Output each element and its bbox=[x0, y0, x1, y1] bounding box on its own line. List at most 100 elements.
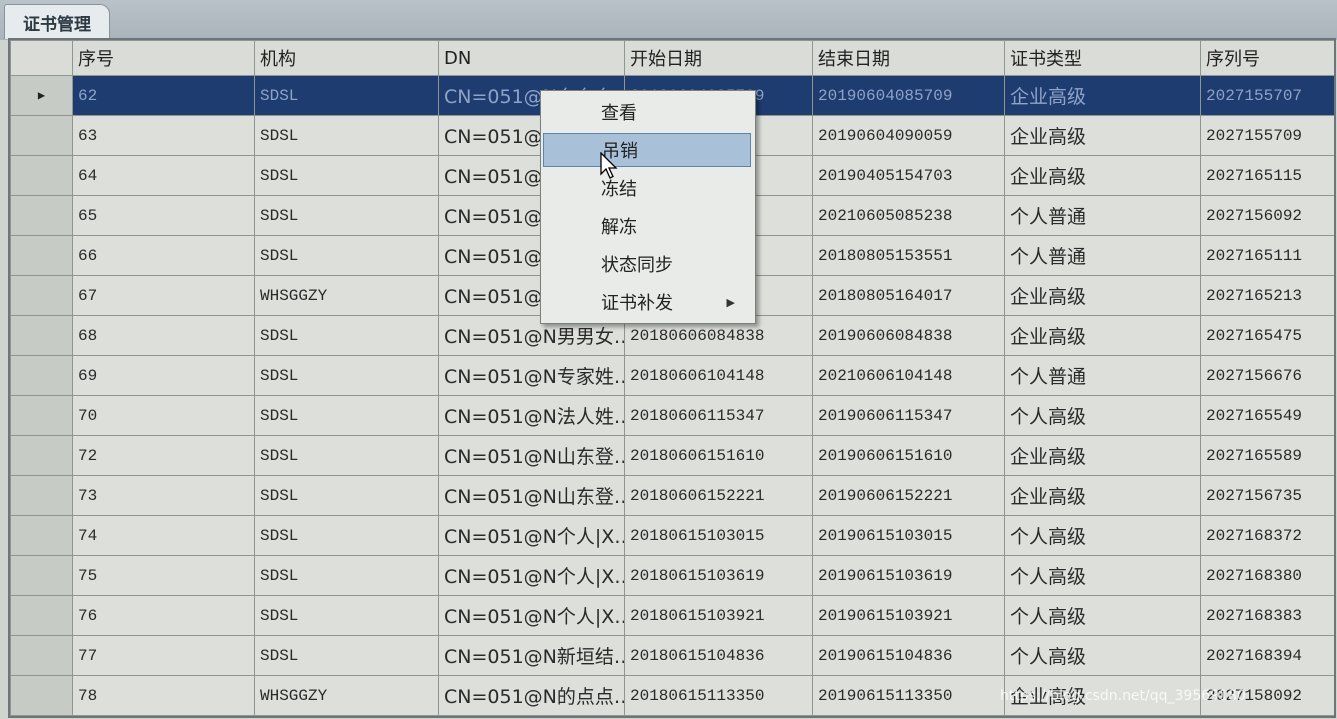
menu-item-view[interactable]: 查看 bbox=[543, 95, 751, 129]
cell-dn: CN=051@N的点点… bbox=[438, 675, 625, 716]
table-row[interactable]: 77 SDSL CN=051@N新垣结… 20180615104836 20190615… bbox=[10, 635, 1334, 676]
cell-start-date: 20180615113350 bbox=[624, 675, 813, 716]
cell-end-date: 20190606152221 bbox=[812, 475, 1005, 516]
row-header-cell bbox=[10, 515, 73, 556]
cell-end-date: 20190405154703 bbox=[812, 155, 1005, 196]
row-header-cell bbox=[10, 355, 73, 396]
cell-cert-type: 企业高级 bbox=[1004, 435, 1201, 476]
row-header-cell bbox=[10, 555, 73, 596]
cell-cert-type: 企业高级 bbox=[1004, 115, 1201, 156]
row-header-cell bbox=[10, 315, 73, 356]
cell-end-date: 20190606084838 bbox=[812, 315, 1005, 356]
row-header-cell bbox=[10, 395, 73, 436]
cell-end-date: 20190615113350 bbox=[812, 675, 1005, 716]
cell-serial: 2027155709 bbox=[1200, 115, 1334, 156]
row-header-cell bbox=[10, 195, 73, 236]
cell-organization: SDSL bbox=[254, 595, 439, 636]
column-header-start-date[interactable]: 开始日期 bbox=[624, 40, 813, 76]
cell-organization: SDSL bbox=[254, 315, 439, 356]
cell-serial: 2027168372 bbox=[1200, 515, 1334, 556]
table-row[interactable]: 72 SDSL CN=051@N山东登… 20180606151610 20190606… bbox=[10, 435, 1334, 476]
row-header-cell bbox=[10, 435, 73, 476]
tab-bar: 证书管理 bbox=[0, 0, 1337, 40]
cell-cert-type: 个人高级 bbox=[1004, 395, 1201, 436]
header-row: 序号 机构 DN 开始日期 结束日期 证书类型 序列号 bbox=[10, 40, 1334, 76]
cell-end-date: 20190604085709 bbox=[812, 75, 1005, 116]
cell-organization: SDSL bbox=[254, 635, 439, 676]
cell-cert-type: 个人高级 bbox=[1004, 595, 1201, 636]
table-row[interactable]: 75 SDSL CN=051@N个人|X… 20180615103619 2019061… bbox=[10, 555, 1334, 596]
cell-cert-type: 企业高级 bbox=[1004, 75, 1201, 116]
cell-index: 62 bbox=[72, 75, 255, 116]
watermark: https://blog.csdn.net/qq_39569180 bbox=[1000, 688, 1246, 704]
cell-organization: SDSL bbox=[254, 75, 439, 116]
cell-index: 66 bbox=[72, 235, 255, 276]
cell-start-date: 20180615103619 bbox=[624, 555, 813, 596]
cell-dn: CN=051@N新垣结… bbox=[438, 635, 625, 676]
table-row[interactable]: 74 SDSL CN=051@N个人|X… 20180615103015 2019061… bbox=[10, 515, 1334, 556]
cell-index: 70 bbox=[72, 395, 255, 436]
column-header-organization[interactable]: 机构 bbox=[254, 40, 439, 76]
menu-item-label: 状态同步 bbox=[601, 255, 673, 276]
cell-end-date: 20180805164017 bbox=[812, 275, 1005, 316]
cell-organization: SDSL bbox=[254, 395, 439, 436]
row-header-cell bbox=[10, 475, 73, 516]
cell-cert-type: 个人普通 bbox=[1004, 355, 1201, 396]
column-header-serial[interactable]: 序列号 bbox=[1200, 40, 1334, 76]
cell-index: 69 bbox=[72, 355, 255, 396]
cell-start-date: 20180615103921 bbox=[624, 595, 813, 636]
cell-index: 75 bbox=[72, 555, 255, 596]
cell-organization: SDSL bbox=[254, 155, 439, 196]
row-header-cell bbox=[10, 235, 73, 276]
cell-organization: WHSGGZY bbox=[254, 675, 439, 716]
cell-end-date: 20190615103015 bbox=[812, 515, 1005, 556]
cell-serial: 2027165115 bbox=[1200, 155, 1334, 196]
table-row[interactable]: 70 SDSL CN=051@N法人姓… 20180606115347 20190606… bbox=[10, 395, 1334, 436]
column-header-indicator[interactable] bbox=[10, 40, 73, 76]
row-header-cell bbox=[10, 155, 73, 196]
cell-start-date: 20180606115347 bbox=[624, 395, 813, 436]
table-row[interactable]: 69 SDSL CN=051@N专家姓… 20180606104148 20210606… bbox=[10, 355, 1334, 396]
cell-dn: CN=051@N个人|X… bbox=[438, 515, 625, 556]
menu-item-freeze[interactable]: 冻结 bbox=[543, 171, 751, 205]
cell-dn: CN=051@N山东登… bbox=[438, 475, 625, 516]
cell-serial: 2027156676 bbox=[1200, 355, 1334, 396]
menu-item-status-sync[interactable]: 状态同步 bbox=[543, 247, 751, 281]
table-row[interactable]: 73 SDSL CN=051@N山东登… 20180606152221 20190606… bbox=[10, 475, 1334, 516]
menu-item-unfreeze[interactable]: 解冻 bbox=[543, 209, 751, 243]
menu-item-revoke[interactable]: 吊销 bbox=[543, 133, 751, 167]
tab-certificate-management[interactable]: 证书管理 bbox=[4, 4, 110, 39]
cell-start-date: 20180606152221 bbox=[624, 475, 813, 516]
menu-item-reissue[interactable]: 证书补发 ▶ bbox=[543, 285, 751, 319]
cell-serial: 2027165589 bbox=[1200, 435, 1334, 476]
cell-cert-type: 企业高级 bbox=[1004, 275, 1201, 316]
cell-serial: 2027165475 bbox=[1200, 315, 1334, 356]
cell-organization: SDSL bbox=[254, 515, 439, 556]
cell-organization: SDSL bbox=[254, 555, 439, 596]
cell-index: 77 bbox=[72, 635, 255, 676]
cell-dn: CN=051@N个人|X… bbox=[438, 555, 625, 596]
cell-index: 68 bbox=[72, 315, 255, 356]
cell-cert-type: 企业高级 bbox=[1004, 315, 1201, 356]
cell-organization: SDSL bbox=[254, 235, 439, 276]
column-header-dn[interactable]: DN bbox=[438, 40, 625, 76]
cell-organization: WHSGGZY bbox=[254, 275, 439, 316]
cell-end-date: 20210605085238 bbox=[812, 195, 1005, 236]
cell-serial: 2027168394 bbox=[1200, 635, 1334, 676]
cell-start-date: 20180615103015 bbox=[624, 515, 813, 556]
cell-organization: SDSL bbox=[254, 115, 439, 156]
cell-organization: SDSL bbox=[254, 475, 439, 516]
cell-organization: SDSL bbox=[254, 435, 439, 476]
table-row[interactable]: 76 SDSL CN=051@N个人|X… 20180615103921 2019061… bbox=[10, 595, 1334, 636]
cell-serial: 2027165111 bbox=[1200, 235, 1334, 276]
column-header-end-date[interactable]: 结束日期 bbox=[812, 40, 1005, 76]
row-header-cell bbox=[10, 635, 73, 676]
column-header-cert-type[interactable]: 证书类型 bbox=[1004, 40, 1201, 76]
cell-start-date: 20180615104836 bbox=[624, 635, 813, 676]
menu-item-label: 查看 bbox=[601, 103, 637, 124]
cell-serial: 2027156092 bbox=[1200, 195, 1334, 236]
cell-serial: 2027168380 bbox=[1200, 555, 1334, 596]
cell-index: 64 bbox=[72, 155, 255, 196]
column-header-index[interactable]: 序号 bbox=[72, 40, 255, 76]
cell-end-date: 20190604090059 bbox=[812, 115, 1005, 156]
